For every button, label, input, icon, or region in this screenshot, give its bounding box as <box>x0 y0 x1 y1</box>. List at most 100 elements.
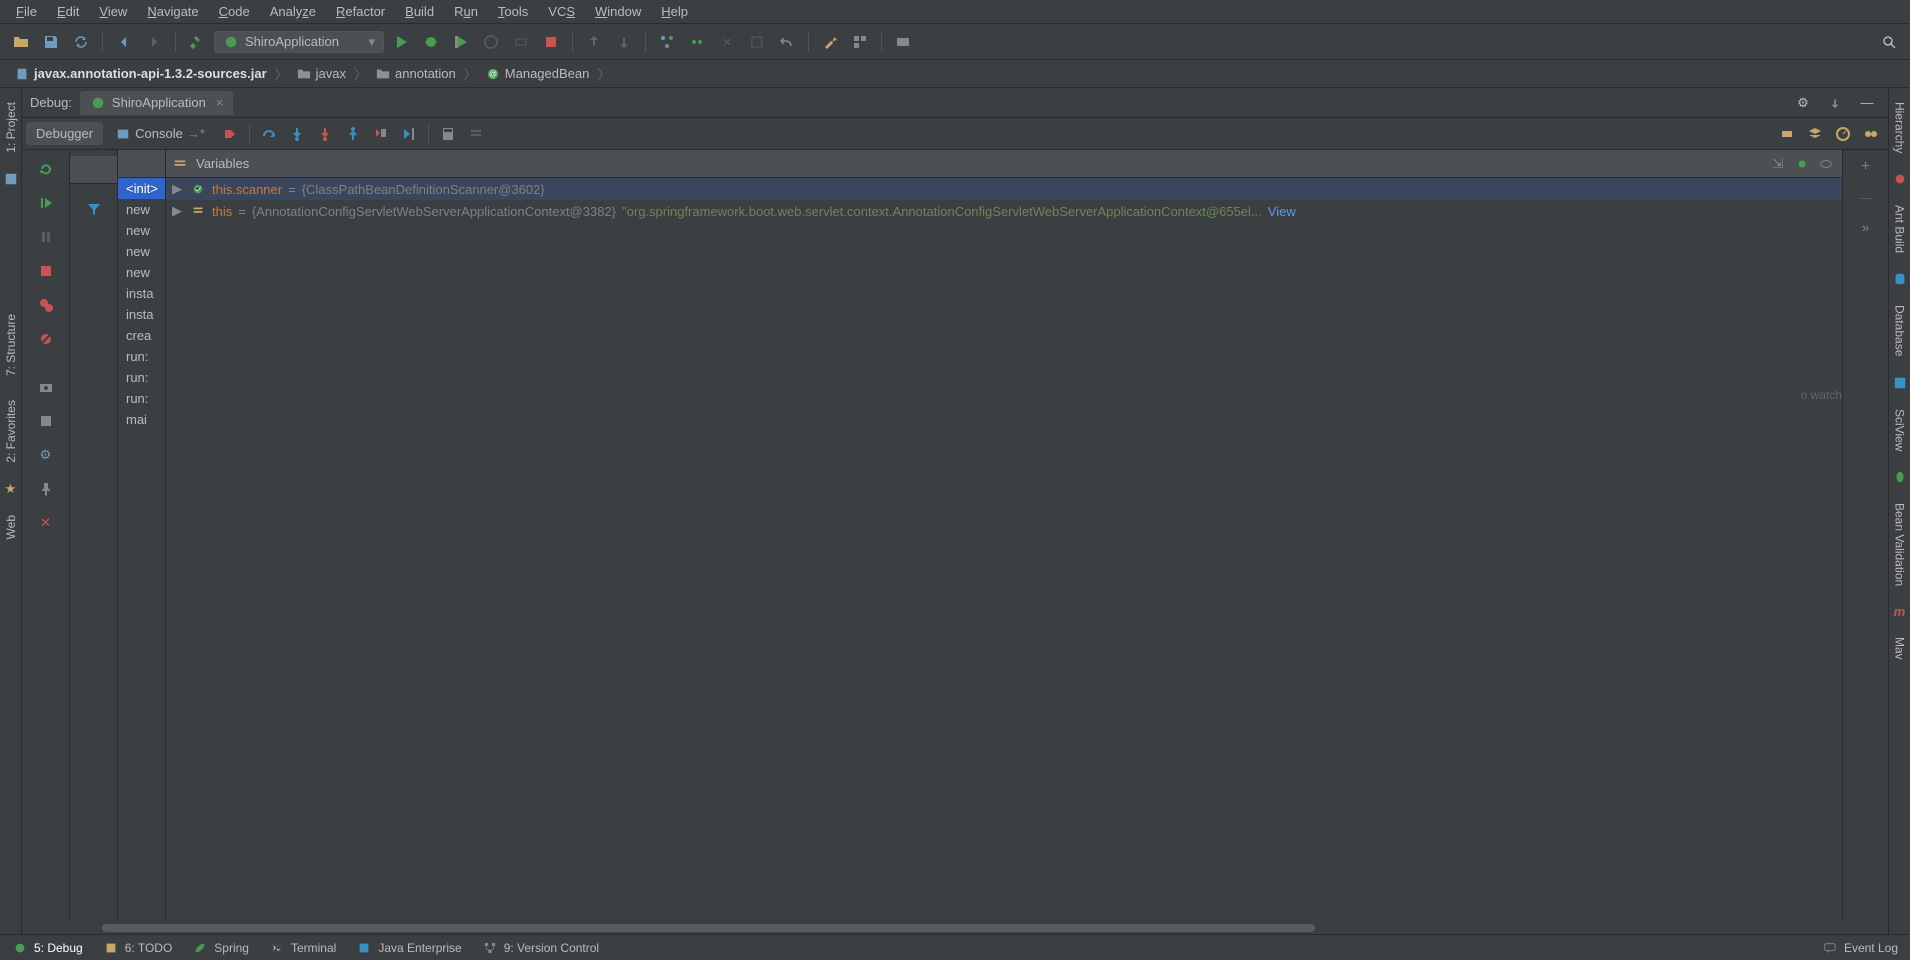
expand-icon[interactable]: ▶ <box>172 181 184 197</box>
tab-hierarchy[interactable]: Hierarchy <box>1891 96 1909 159</box>
debug-hide-button[interactable]: — <box>1854 90 1880 116</box>
tab-favorites[interactable]: 2: Favorites <box>2 394 20 469</box>
debug-session-tab[interactable]: ShiroApplication × <box>80 91 234 115</box>
frame-item[interactable]: crea <box>118 325 165 346</box>
frame-item[interactable]: new <box>118 241 165 262</box>
menu-navigate[interactable]: Navigate <box>139 2 206 21</box>
more-actions-button[interactable]: » <box>1855 216 1877 238</box>
menu-vcs[interactable]: VCS <box>540 2 583 21</box>
status-event-log[interactable]: Event Log <box>1822 940 1898 956</box>
history-button[interactable] <box>714 29 740 55</box>
tab-sciview[interactable]: SciView <box>1891 403 1909 457</box>
save-all-button[interactable] <box>38 29 64 55</box>
stop-button[interactable] <box>538 29 564 55</box>
tab-bean[interactable]: Bean Validation <box>1891 497 1909 592</box>
memory-view-button[interactable] <box>1774 121 1800 147</box>
run-config-selector[interactable]: ShiroApplication ▾ <box>214 31 384 53</box>
filter-button[interactable] <box>81 196 107 222</box>
variable-row[interactable]: ▶this = {AnnotationConfigServletWebServe… <box>166 200 1842 222</box>
frame-item[interactable]: <init> <box>118 178 165 199</box>
debug-button[interactable] <box>418 29 444 55</box>
debug-settings-button[interactable]: ⚙ <box>1790 90 1816 116</box>
menu-tools[interactable]: Tools <box>490 2 536 21</box>
status-version-control[interactable]: 9: Version Control <box>482 940 599 956</box>
expand-icon[interactable]: ▶ <box>172 203 184 219</box>
settings-button[interactable] <box>817 29 843 55</box>
menu-edit[interactable]: Edit <box>49 2 87 21</box>
resume-button[interactable] <box>33 190 59 216</box>
more-settings-button[interactable]: ⚙ <box>33 442 59 468</box>
sync-button[interactable] <box>68 29 94 55</box>
status-terminal[interactable]: Terminal <box>269 940 336 956</box>
force-step-into-button[interactable] <box>312 121 338 147</box>
search-everywhere-button[interactable] <box>1876 29 1902 55</box>
step-out-button[interactable] <box>340 121 366 147</box>
frame-item[interactable]: insta <box>118 304 165 325</box>
toggle-watches-button[interactable] <box>1816 154 1836 174</box>
step-over-button[interactable] <box>256 121 282 147</box>
frame-item[interactable]: new <box>118 199 165 220</box>
status-todo[interactable]: 6: TODO <box>103 940 173 956</box>
pin-button[interactable] <box>33 476 59 502</box>
mute-breakpoints-button[interactable] <box>33 326 59 352</box>
update-vcs-button[interactable] <box>581 29 607 55</box>
threads-button[interactable] <box>1858 121 1884 147</box>
expand-all-button[interactable]: ⇲ <box>1768 154 1788 174</box>
evaluate-button[interactable] <box>435 121 461 147</box>
menu-file[interactable]: File <box>8 2 45 21</box>
add-watch-button[interactable]: + <box>1855 156 1877 178</box>
tab-ant[interactable]: Ant Build <box>1891 199 1909 259</box>
revert-button[interactable] <box>744 29 770 55</box>
variables-tree[interactable]: ▶this.scanner = {ClassPathBeanDefinition… <box>166 178 1842 922</box>
breadcrumb-jar[interactable]: javax.annotation-api-1.3.2-sources.jar <box>8 64 273 84</box>
menu-refactor[interactable]: Refactor <box>328 2 393 21</box>
tab-project[interactable]: 1: Project <box>2 96 20 159</box>
frame-item[interactable]: new <box>118 220 165 241</box>
menu-view[interactable]: View <box>91 2 135 21</box>
status-java-enterprise[interactable]: Java Enterprise <box>356 940 461 956</box>
breadcrumb-class[interactable]: @ManagedBean <box>479 64 596 84</box>
profile-button[interactable] <box>478 29 504 55</box>
trace-button[interactable] <box>463 121 489 147</box>
rerun-button[interactable] <box>33 156 59 182</box>
undo-button[interactable] <box>774 29 800 55</box>
breadcrumb-pkg2[interactable]: annotation <box>369 64 462 84</box>
attach-button[interactable] <box>508 29 534 55</box>
close-panel-button[interactable]: ✕ <box>33 510 59 536</box>
menu-help[interactable]: Help <box>653 2 696 21</box>
back-button[interactable] <box>111 29 137 55</box>
stop-debug-button[interactable] <box>33 258 59 284</box>
frame-item[interactable]: mai <box>118 409 165 430</box>
get-thread-dump-button[interactable] <box>33 374 59 400</box>
debug-pin-button[interactable] <box>1822 90 1848 116</box>
step-into-button[interactable] <box>284 121 310 147</box>
variable-row[interactable]: ▶this.scanner = {ClassPathBeanDefinition… <box>166 178 1842 200</box>
status-debug[interactable]: 5: Debug <box>12 940 83 956</box>
view-breakpoints-button[interactable] <box>33 292 59 318</box>
menu-code[interactable]: Code <box>211 2 258 21</box>
menu-analyze[interactable]: Analyze <box>262 2 324 21</box>
tab-web[interactable]: Web <box>2 509 20 545</box>
console-tab[interactable]: Console→* <box>105 122 215 146</box>
run-button[interactable] <box>388 29 414 55</box>
horizontal-scrollbar[interactable] <box>22 922 1888 934</box>
tab-maven[interactable]: Mav <box>1891 631 1909 666</box>
build-button[interactable] <box>184 29 210 55</box>
debugger-tab[interactable]: Debugger <box>26 122 103 145</box>
forward-button[interactable] <box>141 29 167 55</box>
commit-button[interactable] <box>611 29 637 55</box>
sdk-button[interactable] <box>890 29 916 55</box>
overhead-button[interactable] <box>1802 121 1828 147</box>
menu-build[interactable]: Build <box>397 2 442 21</box>
git-push-button[interactable] <box>684 29 710 55</box>
frame-item[interactable]: new <box>118 262 165 283</box>
frame-item[interactable]: run: <box>118 346 165 367</box>
git-pull-button[interactable] <box>654 29 680 55</box>
pause-button[interactable] <box>33 224 59 250</box>
view-link[interactable]: View <box>1268 204 1296 219</box>
remove-watch-button[interactable]: — <box>1855 186 1877 208</box>
frame-item[interactable]: run: <box>118 367 165 388</box>
tab-database[interactable]: Database <box>1891 299 1909 362</box>
run-to-cursor-button[interactable] <box>396 121 422 147</box>
project-structure-button[interactable] <box>847 29 873 55</box>
